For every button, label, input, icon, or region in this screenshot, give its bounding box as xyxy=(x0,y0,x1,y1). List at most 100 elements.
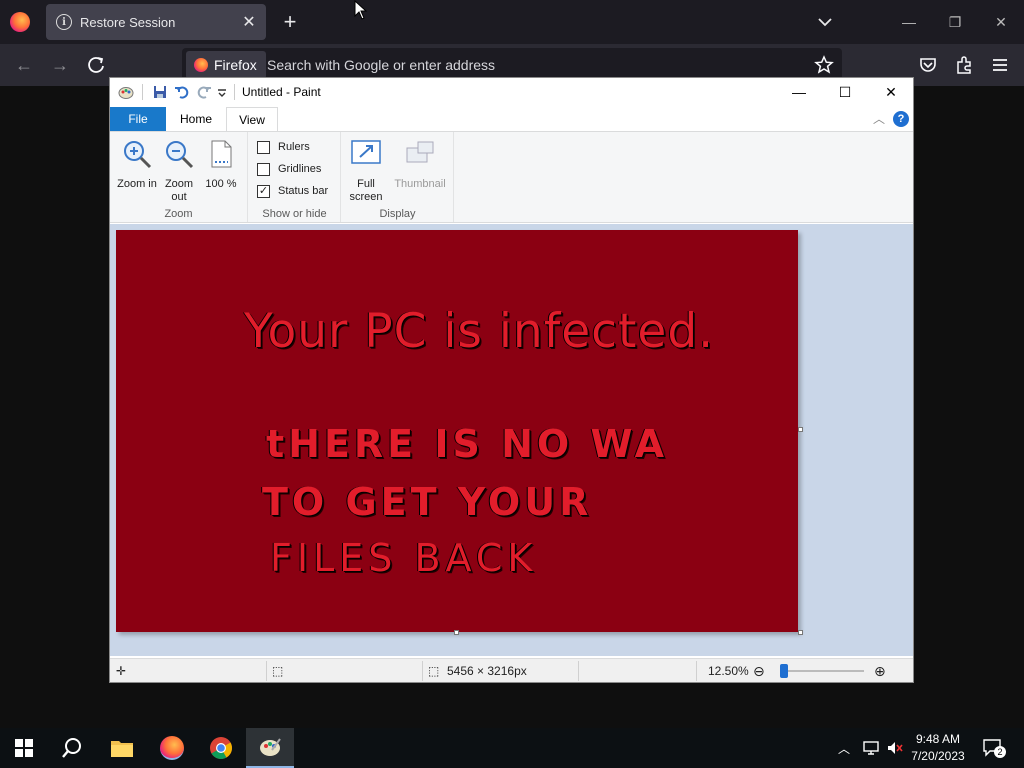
tab-view[interactable]: View xyxy=(226,107,278,131)
firefox-taskbar-button[interactable] xyxy=(148,728,196,768)
extensions-icon[interactable] xyxy=(953,54,975,76)
paint-window: Untitled - Paint — ☐ ✕ File Home View ︿ … xyxy=(109,77,914,683)
paint-taskbar-button[interactable] xyxy=(246,728,294,768)
folder-icon xyxy=(111,741,133,757)
show-hide-group-label: Show or hide xyxy=(262,208,327,220)
back-icon[interactable]: ← xyxy=(13,54,35,76)
display-group-label: Display xyxy=(379,208,416,220)
gridlines-checkbox-box[interactable] xyxy=(257,162,270,176)
search-button[interactable] xyxy=(48,728,96,768)
status-divider xyxy=(422,661,423,681)
resize-handle-bottom[interactable] xyxy=(454,630,459,635)
bookmark-star-icon[interactable] xyxy=(814,55,834,75)
image-text-line-2: tHERE IS NO WA xyxy=(266,422,669,466)
zoom-in-icon xyxy=(124,141,152,169)
tab-restore-session[interactable]: i Restore Session ✕ xyxy=(46,4,266,40)
zoom-100-button[interactable]: 100 % xyxy=(201,138,241,191)
taskbar: ︿ 9:48 AM 7/20/2023 2 xyxy=(0,728,1024,768)
redo-icon[interactable] xyxy=(196,84,212,100)
ribbon-view: Zoom in Zoom out 100 % Zoom Rulers Gridl… xyxy=(110,131,913,223)
maximize-paint-button[interactable]: ☐ xyxy=(833,82,857,102)
image-text-line-1: Your PC is infected. xyxy=(244,304,715,359)
zoom-group: Zoom in Zoom out 100 % Zoom xyxy=(110,132,248,222)
thumbnail-label: Thumbnail xyxy=(394,178,446,190)
zoom-out-small-icon[interactable]: ⊖ xyxy=(753,659,765,683)
page-100-icon xyxy=(211,140,232,168)
rulers-checkbox[interactable]: Rulers xyxy=(257,139,310,155)
browser-tab-bar: i Restore Session ✕ + — ❐ ✕ xyxy=(0,0,1024,44)
paint-window-title: Untitled - Paint xyxy=(242,85,321,99)
full-screen-icon xyxy=(351,140,381,164)
paint-icon xyxy=(260,738,281,756)
chrome-taskbar-button[interactable] xyxy=(197,728,245,768)
customize-toolbar-icon[interactable] xyxy=(216,84,228,100)
help-icon[interactable]: ? xyxy=(893,111,909,127)
start-button[interactable] xyxy=(0,728,48,768)
tab-file[interactable]: File xyxy=(110,107,166,131)
canvas-area[interactable]: Your PC is infected. tHERE IS NO WA TO G… xyxy=(110,224,913,656)
firefox-small-icon xyxy=(194,58,208,72)
forward-icon[interactable]: → xyxy=(49,54,71,76)
restore-browser-button[interactable]: ❐ xyxy=(943,10,967,34)
zoom-slider[interactable] xyxy=(782,670,864,672)
gridlines-label: Gridlines xyxy=(278,163,322,175)
zoom-in-small-icon[interactable]: ⊕ xyxy=(874,659,886,683)
info-icon: i xyxy=(56,14,72,30)
network-icon[interactable] xyxy=(862,740,880,756)
undo-icon[interactable] xyxy=(174,84,190,100)
new-tab-button[interactable]: + xyxy=(278,8,302,36)
save-icon[interactable] xyxy=(152,84,168,100)
status-divider xyxy=(696,661,697,681)
volume-muted-icon[interactable] xyxy=(886,740,904,756)
minimize-paint-button[interactable]: — xyxy=(787,82,811,102)
menu-icon[interactable] xyxy=(989,54,1011,76)
status-divider xyxy=(578,661,579,681)
identity-label: Firefox xyxy=(214,57,257,73)
zoom-out-label: Zoom out xyxy=(164,178,194,203)
reload-icon[interactable] xyxy=(85,54,107,76)
zoom-slider-thumb[interactable] xyxy=(780,664,788,678)
tab-title: Restore Session xyxy=(80,14,176,30)
image-size-icon: ⬚ xyxy=(428,664,440,678)
zoom-group-label: Zoom xyxy=(164,208,193,220)
clock-time: 9:48 AM xyxy=(915,732,961,746)
collapse-ribbon-icon[interactable]: ︿ xyxy=(873,110,885,127)
taskbar-clock[interactable]: 9:48 AM 7/20/2023 xyxy=(903,731,973,765)
status-bar-checkbox[interactable]: ✓ Status bar xyxy=(257,183,328,199)
gridlines-checkbox[interactable]: Gridlines xyxy=(257,161,321,177)
selection-size-icon: ⬚ xyxy=(272,664,284,678)
status-divider xyxy=(266,661,267,681)
thumbnail-icon xyxy=(406,141,434,163)
windows-logo-icon xyxy=(15,739,33,757)
chrome-icon xyxy=(210,737,232,759)
zoom-in-button[interactable]: Zoom in xyxy=(117,138,157,191)
pocket-icon[interactable] xyxy=(917,54,939,76)
minimize-browser-button[interactable]: — xyxy=(897,10,921,34)
thumbnail-button[interactable]: Thumbnail xyxy=(390,138,450,191)
clock-date: 7/20/2023 xyxy=(911,749,965,763)
close-browser-button[interactable]: ✕ xyxy=(989,10,1013,34)
firefox-logo-icon[interactable] xyxy=(10,12,30,32)
full-screen-button[interactable]: Full screen xyxy=(346,138,386,204)
file-explorer-button[interactable] xyxy=(98,728,146,768)
image-text-line-3: TO GET YOUR xyxy=(262,480,593,524)
notification-center-button[interactable]: 2 xyxy=(982,738,1006,758)
full-screen-label: Full screen xyxy=(349,178,383,203)
canvas-image[interactable]: Your PC is infected. tHERE IS NO WA TO G… xyxy=(116,230,798,632)
close-tab-icon[interactable]: ✕ xyxy=(238,12,260,32)
image-size-text: 5456 × 3216px xyxy=(447,664,527,678)
status-bar: ✛ ⬚ ⬚ 5456 × 3216px 12.50% ⊖ ⊕ xyxy=(110,658,913,682)
status-bar-checkbox-box[interactable]: ✓ xyxy=(257,184,270,198)
paint-app-icon[interactable] xyxy=(118,84,134,100)
resize-handle-corner[interactable] xyxy=(798,630,803,635)
zoom-out-button[interactable]: Zoom out xyxy=(159,138,199,204)
mouse-pointer-icon xyxy=(354,0,368,20)
zoom-100-label: 100 % xyxy=(205,178,237,190)
close-paint-button[interactable]: ✕ xyxy=(879,82,903,102)
identity-box[interactable]: Firefox xyxy=(186,51,266,79)
tab-home[interactable]: Home xyxy=(170,107,222,131)
rulers-checkbox-box[interactable] xyxy=(257,140,270,154)
chevron-down-icon[interactable] xyxy=(815,12,835,32)
resize-handle-right[interactable] xyxy=(798,427,803,432)
show-hidden-icons-icon[interactable]: ︿ xyxy=(838,740,850,757)
